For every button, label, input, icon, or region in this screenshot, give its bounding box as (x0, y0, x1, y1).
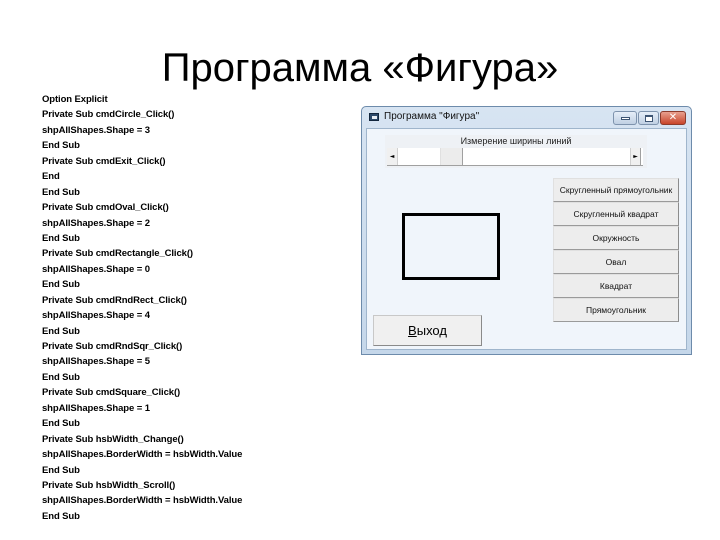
line-width-frame: Измерение ширины линий ◄ ► (385, 135, 647, 168)
code-line: shpAllShapes.Shape = 0 (42, 263, 150, 275)
code-line: shpAllShapes.Shape = 3 (42, 124, 150, 136)
maximize-button[interactable] (638, 111, 659, 125)
code-line: shpAllShapes.BorderWidth = hsbWidth.Valu… (42, 449, 243, 461)
code-line: Private Sub cmdRndSqr_Click() (42, 341, 183, 352)
code-line: Private Sub cmdCircle_Click() (42, 109, 175, 121)
scroll-left-button[interactable]: ◄ (387, 148, 398, 165)
code-line: shpAllShapes.Shape = 5 (42, 356, 150, 368)
code-line: Private Sub cmdRndRect_Click() (42, 294, 187, 306)
exit-mnemonic: В (408, 323, 417, 338)
code-line: End Sub (42, 325, 80, 337)
close-icon: ✕ (668, 112, 678, 123)
code-line: shpAllShapes.Shape = 4 (42, 310, 150, 322)
slide-title: Программа «Фигура» (161, 46, 559, 90)
minimize-icon (620, 116, 630, 120)
code-line: Private Sub hsbWidth_Scroll() (42, 479, 176, 491)
code-line: Private Sub cmdOval_Click() (42, 202, 169, 214)
code-line: Private Sub cmdExit_Click() (42, 155, 166, 167)
code-line: shpAllShapes.BorderWidth = hsbWidth.Valu… (42, 495, 243, 507)
code-line: shpAllShapes.Shape = 1 (42, 402, 150, 414)
window-title: Программа "Фигура" (384, 111, 480, 122)
arrow-right-icon: ► (633, 153, 638, 160)
code-line: shpAllShapes.Shape = 2 (42, 217, 150, 229)
exit-button[interactable]: Выход (373, 315, 482, 346)
arrow-left-icon: ◄ (389, 153, 395, 160)
code-line: End Sub (42, 232, 80, 244)
code-line: Option Explicit (42, 94, 108, 105)
program-window: Программа "Фигура" ✕ Измерение ширины ли… (361, 106, 692, 355)
code-line: End (42, 171, 60, 183)
client-area: Измерение ширины линий ◄ ► Выход Скругле… (366, 128, 687, 350)
maximize-icon (644, 114, 653, 122)
square-button[interactable]: Квадрат (553, 274, 679, 298)
code-line: Private Sub cmdRectangle_Click() (42, 248, 193, 260)
code-line: End Sub (42, 279, 80, 291)
circle-button[interactable]: Окружность (553, 226, 679, 250)
scroll-track[interactable] (398, 148, 630, 165)
rounded-square-button[interactable]: Скругленный квадрат (553, 202, 679, 226)
oval-button[interactable]: Овал (553, 250, 679, 274)
line-width-scrollbar[interactable]: ◄ ► (387, 148, 643, 166)
code-line: End Sub (42, 140, 80, 152)
exit-label: ыход (416, 323, 447, 338)
code-line: Private Sub cmdSquare_Click() (42, 387, 181, 399)
rectangle-button[interactable]: Прямоугольник (553, 298, 679, 322)
code-line: Private Sub hsbWidth_Change() (42, 433, 184, 445)
scroll-thumb[interactable] (440, 148, 463, 165)
code-line: End Sub (42, 464, 80, 476)
form-icon (369, 113, 379, 121)
scroll-right-button[interactable]: ► (630, 148, 641, 165)
minimize-button[interactable] (613, 111, 637, 125)
code-listing: Option Explicit Private Sub cmdCircle_Cli… (42, 92, 242, 524)
shape-button-group: Скругленный прямоугольник Скругленный ква… (553, 178, 679, 322)
frame-label: Измерение ширины линий (460, 136, 572, 146)
code-line: End Sub (42, 510, 80, 522)
code-line: End Sub (42, 371, 80, 383)
code-line: End Sub (42, 418, 80, 430)
rounded-rectangle-button[interactable]: Скругленный прямоугольник (553, 178, 679, 202)
title-bar[interactable]: Программа "Фигура" ✕ (362, 107, 691, 128)
shape-preview (402, 213, 500, 280)
code-line: End Sub (42, 186, 80, 198)
close-button[interactable]: ✕ (660, 111, 686, 125)
